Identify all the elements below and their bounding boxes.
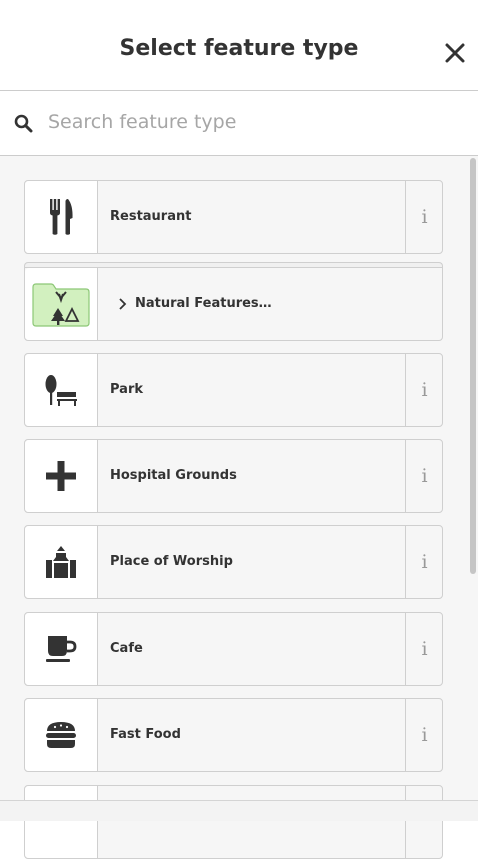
preset-label: Cafe: [110, 641, 143, 656]
preset-label: Fast Food: [110, 727, 181, 742]
preset-item-fast-food[interactable]: Fast Food i: [24, 698, 443, 772]
preset-item-place-of-worship[interactable]: Place of Worship i: [24, 525, 443, 599]
category-label: Natural Features…: [135, 296, 272, 311]
info-icon: i: [421, 206, 428, 228]
close-icon: [445, 43, 465, 63]
info-button[interactable]: i: [405, 613, 443, 685]
info-button[interactable]: i: [405, 526, 443, 598]
info-button[interactable]: [405, 786, 443, 858]
preset-item-park[interactable]: Park i: [24, 353, 443, 427]
fork-knife-icon: [50, 199, 73, 235]
folder-nature-icon: [32, 283, 90, 327]
header: Select feature type: [0, 0, 478, 91]
preset-label: Park: [110, 382, 144, 397]
close-button[interactable]: [442, 40, 468, 66]
chevron-right-icon: [119, 298, 127, 310]
footer: [0, 800, 478, 821]
info-icon: i: [421, 724, 428, 746]
info-icon: i: [421, 638, 428, 660]
preset-icon-box: [25, 526, 98, 598]
info-button[interactable]: i: [405, 699, 443, 771]
search-icon: [14, 114, 33, 133]
scrollbar-thumb[interactable]: [470, 158, 476, 574]
preset-icon-box: [25, 699, 98, 771]
search-bar: [0, 91, 478, 156]
preset-label: Place of Worship: [110, 554, 233, 569]
info-button[interactable]: i: [405, 440, 443, 512]
info-icon: i: [421, 551, 428, 573]
info-button[interactable]: i: [405, 354, 443, 426]
plus-icon: [46, 461, 76, 491]
preset-icon-box: [25, 354, 98, 426]
place-of-worship-icon: [46, 546, 76, 578]
preset-item-restaurant[interactable]: Restaurant i: [24, 180, 443, 254]
tree-bench-icon: [45, 375, 77, 406]
preset-icon-box: [25, 268, 98, 340]
info-button[interactable]: i: [405, 181, 443, 253]
category-item-natural-features[interactable]: Natural Features…: [24, 267, 443, 341]
preset-icon-box: [25, 613, 98, 685]
preset-icon-box: [25, 440, 98, 512]
info-icon: i: [421, 465, 428, 487]
preset-item-cafe[interactable]: Cafe i: [24, 612, 443, 686]
burger-icon: [46, 722, 76, 748]
info-icon: i: [421, 379, 428, 401]
preset-label: Restaurant: [110, 209, 192, 224]
search-input[interactable]: [48, 104, 448, 140]
preset-item-hospital-grounds[interactable]: Hospital Grounds i: [24, 439, 443, 513]
preset-icon-box: [25, 181, 98, 253]
page-title: Select feature type: [119, 36, 359, 61]
preset-label: Hospital Grounds: [110, 468, 237, 483]
preset-item-partial[interactable]: [24, 785, 443, 859]
preset-icon-box: [25, 786, 98, 858]
coffee-cup-icon: [46, 636, 77, 662]
